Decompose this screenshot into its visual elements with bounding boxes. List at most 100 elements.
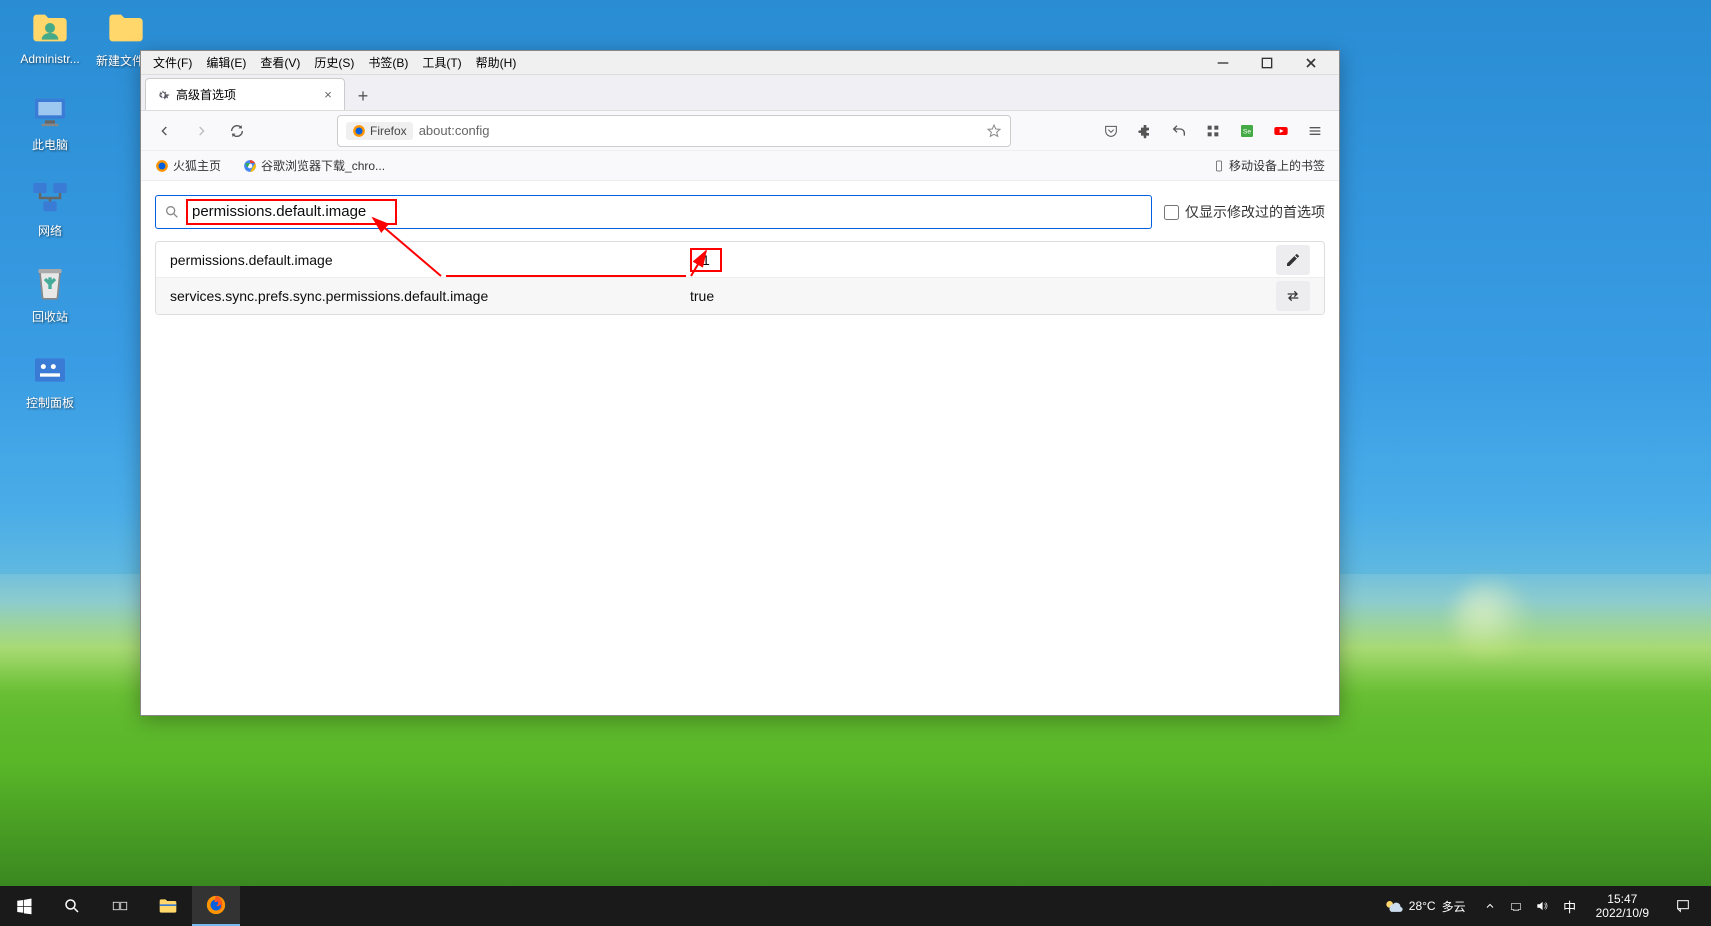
computer-icon (30, 92, 70, 132)
navigation-toolbar: Firefox about:config Se (141, 111, 1339, 151)
notification-icon (1675, 898, 1691, 914)
back-button[interactable] (149, 115, 181, 147)
bookmark-chrome-download[interactable]: 谷歌浏览器下载_chro... (237, 154, 391, 177)
window-minimize-button[interactable] (1201, 51, 1245, 75)
pref-name: services.sync.prefs.sync.permissions.def… (170, 288, 690, 304)
annotation-highlight-search (186, 199, 397, 225)
weather-widget[interactable]: 28°C 多云 (1375, 896, 1474, 916)
tab-bar: 高级首选项 × + (141, 75, 1339, 111)
firefox-icon (155, 159, 169, 173)
search-button[interactable] (48, 886, 96, 926)
window-maximize-button[interactable] (1245, 51, 1289, 75)
firefox-icon (352, 124, 366, 138)
pref-row[interactable]: services.sync.prefs.sync.permissions.def… (156, 278, 1324, 314)
undo-button[interactable] (1163, 115, 1195, 147)
menu-view[interactable]: 查看(V) (254, 52, 306, 73)
tab-title: 高级首选项 (176, 86, 236, 103)
pref-toggle-button[interactable] (1276, 281, 1310, 311)
bookmark-label: 谷歌浏览器下载_chro... (261, 157, 385, 174)
search-icon (164, 204, 180, 220)
user-folder-icon (30, 8, 70, 48)
menubar: 文件(F) 编辑(E) 查看(V) 历史(S) 书签(B) 工具(T) 帮助(H… (141, 51, 1339, 75)
desktop-icon-label: 回收站 (12, 308, 88, 325)
pencil-icon (1285, 252, 1301, 268)
url-text: about:config (419, 123, 490, 138)
extension-button[interactable] (1129, 115, 1161, 147)
menu-file[interactable]: 文件(F) (147, 52, 198, 73)
toggle-arrows-icon (1285, 288, 1301, 304)
desktop-icon-recyclebin[interactable]: 回收站 (12, 264, 88, 325)
firefox-icon (205, 894, 227, 916)
identity-label: Firefox (370, 124, 407, 138)
desktop-icon-label: Administr... (12, 52, 88, 66)
config-search-input[interactable] (192, 203, 391, 220)
weather-cond: 多云 (1442, 898, 1466, 915)
window-close-button[interactable] (1289, 51, 1333, 75)
weather-icon (1383, 896, 1403, 916)
menu-history[interactable]: 历史(S) (308, 52, 360, 73)
tray-ime[interactable]: 中 (1558, 886, 1582, 926)
tray-network-icon[interactable] (1506, 886, 1526, 926)
search-icon (63, 897, 81, 915)
taskbar-clock[interactable]: 15:47 2022/10/9 (1588, 892, 1657, 921)
forward-button[interactable] (185, 115, 217, 147)
youtube-button[interactable] (1265, 115, 1297, 147)
desktop-icon-label: 控制面板 (12, 394, 88, 411)
menu-bookmarks[interactable]: 书签(B) (362, 52, 414, 73)
tray-volume-icon[interactable] (1532, 886, 1552, 926)
taskview-button[interactable] (96, 886, 144, 926)
desktop-icon-thispc[interactable]: 此电脑 (12, 92, 88, 153)
save-to-pocket-button[interactable] (1095, 115, 1127, 147)
chrome-icon (243, 159, 257, 173)
selenium-button[interactable]: Se (1231, 115, 1263, 147)
tab-close-button[interactable]: × (320, 87, 336, 103)
apps-button[interactable] (1197, 115, 1229, 147)
newtab-button[interactable]: + (349, 82, 377, 110)
pref-value: 1 (690, 248, 722, 272)
tab-aboutconfig[interactable]: 高级首选项 × (145, 78, 345, 110)
windows-icon (15, 897, 33, 915)
clock-date: 2022/10/9 (1596, 906, 1649, 920)
modified-only-checkbox[interactable]: 仅显示修改过的首选项 (1164, 202, 1325, 222)
controlpanel-icon (30, 350, 70, 390)
url-bar[interactable]: Firefox about:config (337, 115, 1011, 147)
bookmark-firefox-home[interactable]: 火狐主页 (149, 154, 227, 177)
bookmark-mobile[interactable]: 移动设备上的书签 (1207, 154, 1331, 177)
desktop-icon-controlpanel[interactable]: 控制面板 (12, 350, 88, 411)
menu-edit[interactable]: 编辑(E) (200, 52, 252, 73)
toolbar-right-icons: Se (1095, 115, 1331, 147)
desktop-icon-network[interactable]: 网络 (12, 178, 88, 239)
menu-tools[interactable]: 工具(T) (416, 52, 467, 73)
taskbar-explorer[interactable] (144, 886, 192, 926)
svg-text:Se: Se (1243, 128, 1251, 135)
identity-box[interactable]: Firefox (346, 122, 413, 140)
weather-temp: 28°C (1409, 899, 1436, 913)
app-menu-button[interactable] (1299, 115, 1331, 147)
config-search-row: 仅显示修改过的首选项 (155, 195, 1325, 229)
desktop-icon-administrator[interactable]: Administr... (12, 8, 88, 66)
tray-chevron[interactable] (1480, 886, 1500, 926)
clock-time: 15:47 (1596, 892, 1649, 906)
pref-row[interactable]: permissions.default.image 1 (156, 242, 1324, 278)
bookmarks-toolbar: 火狐主页 谷歌浏览器下载_chro... 移动设备上的书签 (141, 151, 1339, 181)
taskbar: 28°C 多云 中 15:47 2022/10/9 (0, 886, 1711, 926)
modified-only-checkbox-input[interactable] (1164, 205, 1179, 220)
recyclebin-icon (30, 264, 70, 304)
config-search-box[interactable] (155, 195, 1152, 229)
firefox-window: 文件(F) 编辑(E) 查看(V) 历史(S) 书签(B) 工具(T) 帮助(H… (140, 50, 1340, 716)
pref-edit-button[interactable] (1276, 245, 1310, 275)
notification-button[interactable] (1663, 886, 1703, 926)
pref-table: permissions.default.image 1 services.syn… (155, 241, 1325, 315)
bookmark-star-button[interactable] (986, 123, 1002, 139)
folder-icon (106, 8, 146, 48)
desktop-icon-label: 此电脑 (12, 136, 88, 153)
mobile-icon (1213, 159, 1225, 173)
aboutconfig-content: 仅显示修改过的首选项 permissions.default.image 1 s… (141, 181, 1339, 715)
start-button[interactable] (0, 886, 48, 926)
taskbar-firefox[interactable] (192, 886, 240, 926)
network-icon (30, 178, 70, 218)
menu-help[interactable]: 帮助(H) (470, 52, 523, 73)
desktop-icon-label: 网络 (12, 222, 88, 239)
taskview-icon (110, 897, 130, 915)
reload-button[interactable] (221, 115, 253, 147)
